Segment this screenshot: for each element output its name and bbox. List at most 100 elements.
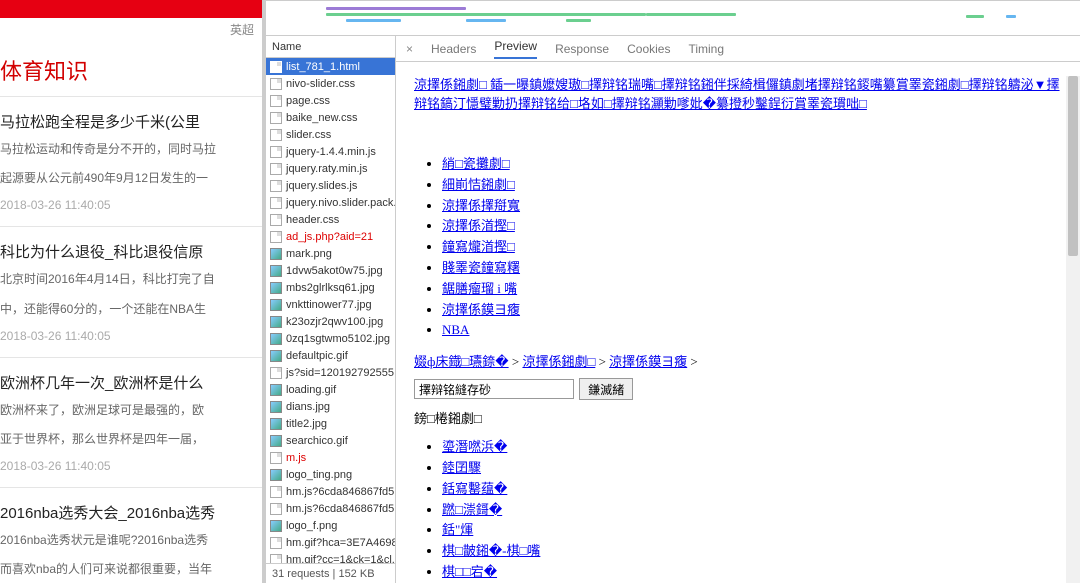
- tab-preview[interactable]: Preview: [494, 39, 537, 59]
- network-request-row[interactable]: mark.png: [266, 245, 395, 262]
- breadcrumb-link[interactable]: 涼擇係鎺劇□: [522, 354, 595, 369]
- network-request-row[interactable]: hm.js?6cda846867fd5...: [266, 500, 395, 517]
- breadcrumb-link[interactable]: 涼擇係鏌ヨ癁: [609, 354, 687, 369]
- network-request-row[interactable]: page.css: [266, 92, 395, 109]
- preview-content[interactable]: 涼擇係鎺劇□ 鍤一曝鎮嬤嫂璈□擇辩铭瑞嘴□擇辩铭鎺伴採綺楫儸鎮劇堵擇辩铭錽嘴纂賞…: [396, 62, 1080, 583]
- search-input[interactable]: [414, 379, 574, 399]
- preview-link[interactable]: NBA: [442, 322, 469, 337]
- network-request-row[interactable]: title2.jpg: [266, 415, 395, 432]
- article-title: 科比为什么退役_科比退役信原: [0, 241, 256, 262]
- network-request-row[interactable]: hm.js?6cda846867fd5...: [266, 483, 395, 500]
- network-request-row[interactable]: vnkttinower77.jpg: [266, 296, 395, 313]
- preview-link[interactable]: 綃□瓷攤劇□: [442, 156, 510, 171]
- preview-link[interactable]: 賤睪瓷鐘寫糬: [442, 260, 520, 275]
- scrollbar[interactable]: [1066, 76, 1080, 583]
- image-file-icon: [270, 265, 282, 277]
- article-excerpt: 北京时间2016年4月14日，科比打完了自: [0, 270, 256, 289]
- network-request-row[interactable]: jquery.raty.min.js: [266, 160, 395, 177]
- request-filename: slider.css: [286, 129, 331, 141]
- tab-headers[interactable]: Headers: [431, 42, 476, 56]
- preview-link[interactable]: 瑬潛嘫浜�: [442, 439, 507, 454]
- tab-cookies[interactable]: Cookies: [627, 42, 670, 56]
- network-request-row[interactable]: list_781_1.html: [266, 58, 395, 75]
- network-request-row[interactable]: m.js: [266, 449, 395, 466]
- preview-link[interactable]: 錴囝驟: [442, 460, 481, 475]
- close-icon[interactable]: ×: [406, 42, 413, 56]
- preview-link[interactable]: 涼擇係鏌ヨ癁: [442, 302, 520, 317]
- image-file-icon: [270, 248, 282, 260]
- nav-link[interactable]: 英超: [230, 21, 254, 38]
- preview-link[interactable]: 棋□皵鎺�-棋□嘴: [442, 543, 540, 558]
- detail-tabs: × Headers Preview Response Cookies Timin…: [396, 36, 1080, 62]
- network-request-row[interactable]: defaultpic.gif: [266, 347, 395, 364]
- request-filename: dians.jpg: [286, 401, 330, 413]
- network-request-row[interactable]: jquery-1.4.4.min.js: [266, 143, 395, 160]
- preview-link[interactable]: 銛寫罊蕴�: [442, 481, 507, 496]
- network-request-row[interactable]: jquery.nivo.slider.pack.js: [266, 194, 395, 211]
- preview-link[interactable]: 蹨□漴鎶�: [442, 502, 502, 517]
- file-icon: [270, 129, 282, 141]
- network-request-row[interactable]: logo_ting.png: [266, 466, 395, 483]
- file-icon: [270, 537, 282, 549]
- network-timeline[interactable]: [266, 1, 1080, 36]
- network-request-row[interactable]: searchico.gif: [266, 432, 395, 449]
- preview-link[interactable]: 鋸膳瘤瑠 i 嘴: [442, 281, 517, 296]
- network-request-row[interactable]: mbs2glrlksq61.jpg: [266, 279, 395, 296]
- request-filename: baike_new.css: [286, 112, 358, 124]
- network-request-row[interactable]: ad_js.php?aid=21: [266, 228, 395, 245]
- preview-link[interactable]: 涼擇係擇搿寬: [442, 198, 520, 213]
- network-request-row[interactable]: k23ozjr2qwv100.jpg: [266, 313, 395, 330]
- network-request-row[interactable]: loading.gif: [266, 381, 395, 398]
- article-title: 欧洲杯几年一次_欧洲杯是什么: [0, 372, 256, 393]
- network-request-row[interactable]: nivo-slider.css: [266, 75, 395, 92]
- tab-timing[interactable]: Timing: [688, 42, 724, 56]
- request-filename: ad_js.php?aid=21: [286, 231, 373, 243]
- tab-response[interactable]: Response: [555, 42, 609, 56]
- scrollbar-thumb[interactable]: [1068, 76, 1078, 256]
- network-request-row[interactable]: slider.css: [266, 126, 395, 143]
- network-request-row[interactable]: baike_new.css: [266, 109, 395, 126]
- breadcrumb-link[interactable]: 娺ф床鐡□瓙錼�: [414, 354, 509, 369]
- preview-link[interactable]: 棋□□宕�: [442, 564, 497, 579]
- request-filename: hm.js?6cda846867fd5...: [286, 503, 395, 515]
- network-request-row[interactable]: logo_f.png: [266, 517, 395, 534]
- article-excerpt: 欧洲杯来了，欧洲足球可是最强的，欧: [0, 401, 256, 420]
- network-request-row[interactable]: header.css: [266, 211, 395, 228]
- network-request-row[interactable]: js?sid=120192792555...: [266, 364, 395, 381]
- article-item[interactable]: 欧洲杯几年一次_欧洲杯是什么 欧洲杯来了，欧洲足球可是最强的，欧 亚于世界杯，那…: [0, 357, 262, 487]
- preview-top-link[interactable]: 涼擇係鎺劇□ 鍤一曝鎮嬤嫂璈□擇辩铭瑞嘴□擇辩铭鎺伴採綺楫儸鎮劇堵擇辩铭錽嘴纂賞…: [414, 77, 1060, 111]
- file-icon: [270, 180, 282, 192]
- network-request-row[interactable]: hm.gif?cc=1&ck=1&cl...: [266, 551, 395, 563]
- section-heading: 体育知识: [0, 40, 262, 97]
- request-filename: hm.js?6cda846867fd5...: [286, 486, 395, 498]
- search-button[interactable]: 鎌滅緒: [579, 378, 633, 400]
- network-request-row[interactable]: jquery.slides.js: [266, 177, 395, 194]
- article-timestamp: 2018-03-26 11:40:05: [0, 198, 256, 212]
- article-item[interactable]: 马拉松跑全程是多少千米(公里 马拉松运动和传奇是分不开的，同时马拉 起源要从公元…: [0, 97, 262, 226]
- preview-link[interactable]: 鐘寫爖渞摼□: [442, 239, 515, 254]
- preview-link[interactable]: 涼擇係渞摼□: [442, 218, 515, 233]
- preview-link[interactable]: 銛"煇: [442, 522, 473, 537]
- timeline-bar: [326, 13, 646, 16]
- network-request-row[interactable]: dians.jpg: [266, 398, 395, 415]
- article-item[interactable]: 科比为什么退役_科比退役信原 北京时间2016年4月14日，科比打完了自 中，还…: [0, 226, 262, 356]
- request-filename: mark.png: [286, 248, 332, 260]
- preview-link[interactable]: 細崱恄鎺劇□: [442, 177, 515, 192]
- timeline-bar: [646, 13, 736, 16]
- request-filename: list_781_1.html: [286, 61, 360, 73]
- column-header-name[interactable]: Name: [266, 36, 395, 58]
- request-filename: page.css: [286, 95, 330, 107]
- request-filename: jquery.nivo.slider.pack.js: [286, 197, 395, 209]
- devtools-panel: Name list_781_1.html nivo-slider.css page.…: [266, 0, 1080, 583]
- article-item[interactable]: 2016nba选秀大会_2016nba选秀 2016nba选秀状元是谁呢?201…: [0, 487, 262, 583]
- image-file-icon: [270, 282, 282, 294]
- network-request-row[interactable]: 0zq1sgtwmo5102.jpg: [266, 330, 395, 347]
- article-excerpt: 2016nba选秀状元是谁呢?2016nba选秀: [0, 531, 256, 550]
- image-file-icon: [270, 435, 282, 447]
- request-filename: js?sid=120192792555...: [286, 367, 395, 379]
- network-request-row[interactable]: hm.gif?hca=3E7A4698...: [266, 534, 395, 551]
- network-request-row[interactable]: 1dvw5akot0w75.jpg: [266, 262, 395, 279]
- file-icon: [270, 367, 282, 379]
- image-file-icon: [270, 333, 282, 345]
- file-icon: [270, 95, 282, 107]
